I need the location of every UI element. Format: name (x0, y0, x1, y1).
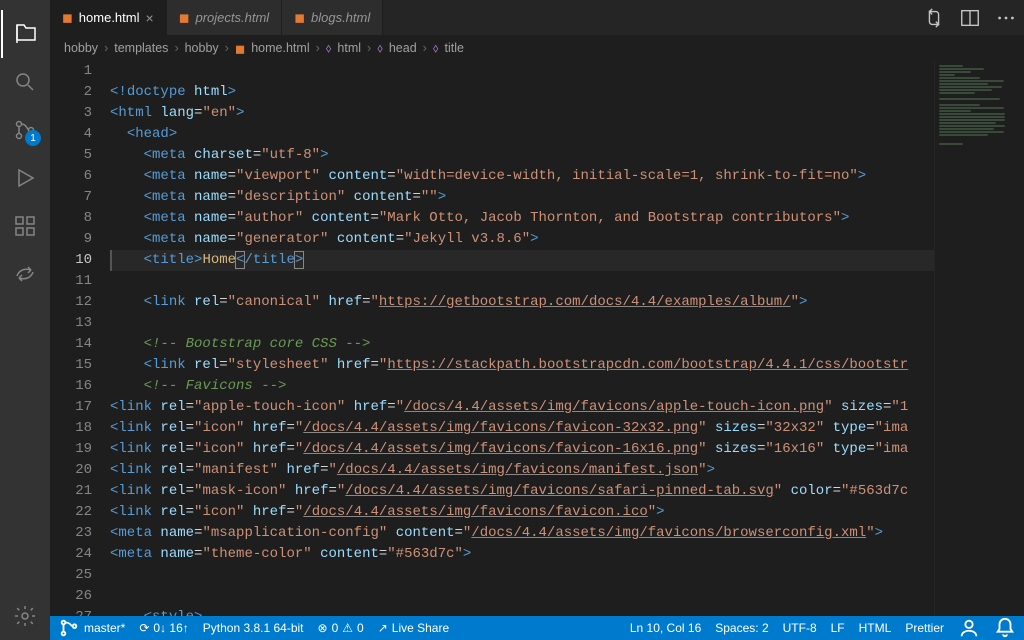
extensions-icon[interactable] (1, 202, 49, 250)
html-file-icon: ◼ (294, 10, 305, 26)
problems[interactable]: ⊗0⚠0 (318, 621, 364, 635)
prettier[interactable]: Prettier (905, 621, 944, 635)
tab-home[interactable]: ◼home.html× (50, 0, 167, 35)
symbol-icon: ⬨ (377, 41, 383, 56)
tab-bar: ◼home.html× ◼projects.html ◼blogs.html (50, 0, 1024, 35)
tab-projects[interactable]: ◼projects.html (167, 0, 283, 35)
main-area: ◼home.html× ◼projects.html ◼blogs.html h… (50, 0, 1024, 640)
breadcrumb[interactable]: hobby› templates› hobby› ◼home.html› ⬨ht… (50, 35, 1024, 61)
feedback-icon[interactable] (958, 617, 980, 639)
html-file-icon: ◼ (62, 10, 73, 26)
git-sync[interactable]: ⟳0↓ 16↑ (139, 621, 188, 635)
source-control-icon[interactable]: 1 (1, 106, 49, 154)
compare-changes-icon[interactable] (916, 0, 952, 35)
python-env[interactable]: Python 3.8.1 64-bit (203, 621, 304, 635)
activity-bar: 1 (0, 0, 50, 640)
liveshare-icon[interactable] (1, 250, 49, 298)
tab-blogs[interactable]: ◼blogs.html (282, 0, 383, 35)
settings-icon[interactable] (1, 592, 49, 640)
symbol-icon: ⬨ (433, 41, 439, 56)
encoding[interactable]: UTF-8 (783, 621, 817, 635)
debug-icon[interactable] (1, 154, 49, 202)
git-branch[interactable]: master* (58, 617, 125, 639)
search-icon[interactable] (1, 58, 49, 106)
indentation[interactable]: Spaces: 2 (715, 621, 768, 635)
explorer-icon[interactable] (1, 10, 49, 58)
more-icon[interactable] (988, 0, 1024, 35)
scm-badge: 1 (25, 130, 41, 146)
eol[interactable]: LF (831, 621, 845, 635)
split-editor-icon[interactable] (952, 0, 988, 35)
symbol-icon: ⬨ (326, 41, 332, 56)
notifications-icon[interactable] (994, 617, 1016, 639)
status-bar: master* ⟳0↓ 16↑ Python 3.8.1 64-bit ⊗0⚠0… (50, 616, 1024, 640)
live-share[interactable]: ↗Live Share (378, 621, 449, 635)
html-file-icon: ◼ (179, 10, 190, 26)
code-content[interactable]: <!doctype html><html lang="en"> <head> <… (110, 61, 934, 616)
close-icon[interactable]: × (146, 10, 154, 26)
cursor-position[interactable]: Ln 10, Col 16 (630, 621, 701, 635)
line-gutter: 1234567891011121314151617181920212223242… (50, 61, 110, 616)
html-file-icon: ◼ (235, 41, 245, 56)
editor[interactable]: 1234567891011121314151617181920212223242… (50, 61, 1024, 616)
language-mode[interactable]: HTML (859, 621, 892, 635)
minimap[interactable] (934, 61, 1024, 616)
